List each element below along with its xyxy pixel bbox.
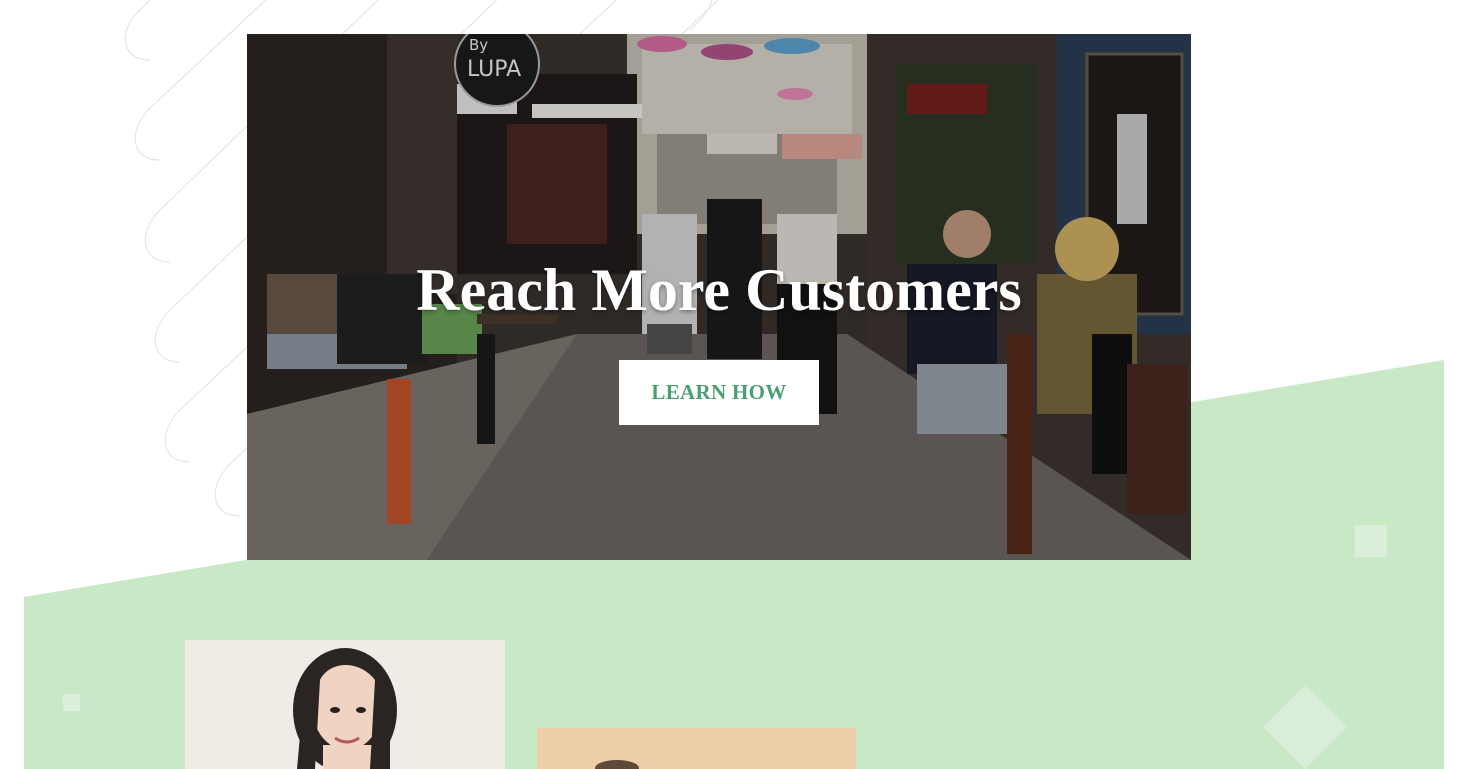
learn-how-button[interactable]: LEARN HOW — [619, 360, 819, 425]
decorative-square — [1355, 525, 1387, 557]
team-photo-card-2 — [537, 728, 856, 769]
woman-portrait-image — [185, 640, 505, 769]
person-portrait-image — [537, 728, 856, 769]
decorative-square-small — [63, 694, 80, 711]
hero-title: Reach More Customers — [416, 257, 1022, 324]
team-photo-card-1 — [185, 640, 505, 769]
hero-banner: By LUPA Reach More Customers LEARN HOW — [247, 34, 1191, 560]
